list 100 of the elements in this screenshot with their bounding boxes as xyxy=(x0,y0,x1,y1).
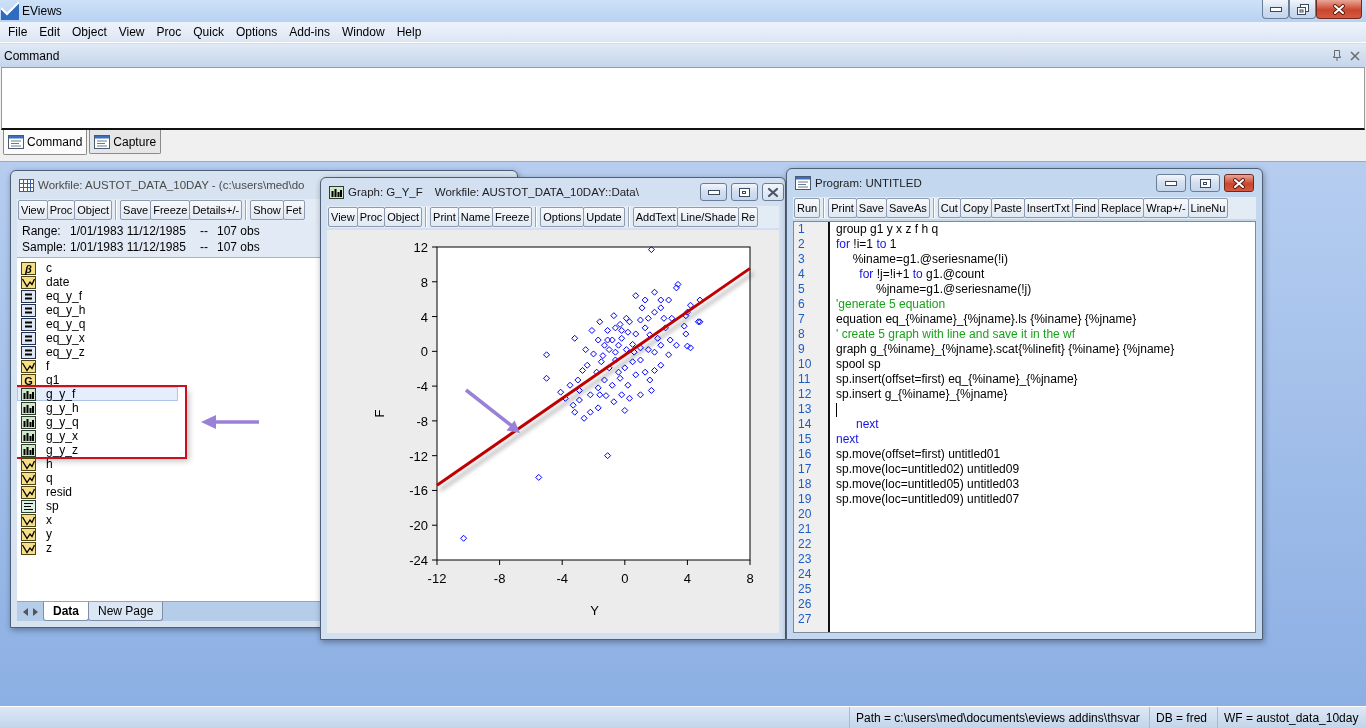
status-field: WF = austot_data_10day xyxy=(1218,707,1366,728)
toolbar-button[interactable]: Name xyxy=(457,207,494,227)
minimize-button[interactable] xyxy=(1156,174,1186,192)
object-list-item[interactable]: g_y_q xyxy=(17,415,79,429)
maximize-icon[interactable] xyxy=(739,187,750,197)
date-range: 1/01/1983 11/12/1985 xyxy=(70,240,186,254)
command-input[interactable] xyxy=(1,67,1365,130)
object-list-item[interactable]: h xyxy=(17,457,53,471)
left-arrow-icon[interactable] xyxy=(23,607,28,616)
object-list-item[interactable]: g_y_x xyxy=(17,429,79,443)
toolbar-button[interactable]: AddText xyxy=(632,207,679,227)
toolbar-button[interactable]: SaveAs xyxy=(885,198,930,218)
toolbar-button[interactable]: View xyxy=(328,207,358,227)
object-list-item[interactable]: eq_y_z xyxy=(17,345,85,359)
menu-item[interactable]: Object xyxy=(66,23,113,41)
toolbar-button[interactable]: Paste xyxy=(990,198,1025,218)
close-button[interactable] xyxy=(1316,0,1362,19)
menu-item[interactable]: Add-ins xyxy=(283,23,336,41)
object-list-item[interactable]: g_y_f xyxy=(17,387,178,401)
menu-item[interactable]: View xyxy=(112,23,151,41)
menu-item[interactable]: Edit xyxy=(33,23,67,41)
toolbar-button[interactable]: Details+/- xyxy=(189,200,243,220)
toolbar-button[interactable]: Fet xyxy=(282,200,305,220)
line-number: 11 xyxy=(798,372,811,387)
minimize-icon[interactable] xyxy=(707,189,720,195)
pin-icon[interactable] xyxy=(1333,50,1341,61)
minimize-icon[interactable] xyxy=(1269,6,1282,12)
line-number: 19 xyxy=(798,492,812,507)
object-list-item[interactable]: eq_y_h xyxy=(17,303,86,317)
code-line: ' create 5 graph with line and save it in the wf xyxy=(836,327,1076,342)
window-title: Program: UNTITLED xyxy=(815,177,922,189)
restore-icon[interactable] xyxy=(1296,3,1309,15)
object-list-item[interactable]: z xyxy=(17,541,52,555)
line-number: 18 xyxy=(798,477,812,492)
bar-chart-icon xyxy=(21,443,36,457)
object-list-item[interactable]: sp xyxy=(17,499,59,513)
close-button[interactable] xyxy=(1224,174,1254,192)
document-icon xyxy=(21,499,36,513)
axis-title: F xyxy=(372,409,387,418)
close-icon[interactable] xyxy=(1233,177,1245,189)
menu-item[interactable]: Help xyxy=(390,23,428,41)
pane-tab[interactable]: Capture xyxy=(89,130,162,154)
toolbar-button[interactable]: Freeze xyxy=(150,200,191,220)
object-list-item[interactable]: date xyxy=(17,275,70,289)
close-icon[interactable] xyxy=(767,186,779,198)
scatter-point xyxy=(647,386,655,394)
menu-item[interactable]: Quick xyxy=(187,23,230,41)
toolbar-button[interactable]: Find xyxy=(1071,198,1099,218)
toolbar-button[interactable]: Print xyxy=(828,198,857,218)
right-arrow-icon[interactable] xyxy=(33,607,38,616)
toolbar-button[interactable]: Object xyxy=(384,207,423,227)
page-tab[interactable]: New Page xyxy=(88,602,164,621)
toolbar-button[interactable]: View xyxy=(18,200,48,220)
window-title: Graph: G_Y_F xyxy=(348,186,423,198)
object-list-item[interactable]: q xyxy=(17,471,53,485)
object-list-item[interactable]: g_y_h xyxy=(17,401,79,415)
toolbar-button[interactable]: Run xyxy=(794,198,821,218)
object-list-item[interactable]: f xyxy=(17,359,50,373)
toolbar-button[interactable]: Re xyxy=(738,207,759,227)
letter-icon: G xyxy=(21,373,36,387)
object-list-item[interactable]: g_y_z xyxy=(17,443,79,457)
object-list-item[interactable]: resid xyxy=(17,485,72,499)
menu-item[interactable]: Window xyxy=(335,23,391,41)
toolbar-button[interactable]: Save xyxy=(855,198,887,218)
toolbar-button[interactable]: Replace xyxy=(1097,198,1145,218)
close-button[interactable] xyxy=(762,183,784,201)
pane-tab[interactable]: Command xyxy=(3,130,88,155)
toolbar-button[interactable]: Print xyxy=(430,207,459,227)
restore-button[interactable] xyxy=(1289,0,1316,19)
document-icon xyxy=(795,176,811,190)
object-list-item[interactable]: eq_y_x xyxy=(17,331,85,345)
toolbar-button[interactable]: Copy xyxy=(959,198,992,218)
toolbar-button[interactable]: Wrap+/- xyxy=(1143,198,1189,218)
toolbar-button[interactable]: Show xyxy=(250,200,284,220)
menu-item[interactable]: Options xyxy=(229,23,284,41)
menu-item[interactable]: File xyxy=(2,23,34,41)
object-list-item[interactable]: y xyxy=(17,527,52,541)
toolbar-button[interactable]: Object xyxy=(74,200,113,220)
toolbar-button[interactable]: Options xyxy=(540,207,585,227)
object-list-item[interactable]: β c xyxy=(17,261,52,275)
maximize-icon[interactable] xyxy=(1199,178,1211,188)
object-list-item[interactable]: eq_y_q xyxy=(17,317,86,331)
object-list-item[interactable]: x xyxy=(17,513,52,527)
toolbar-button[interactable]: Line/Shade xyxy=(677,207,740,227)
toolbar-button[interactable]: Freeze xyxy=(492,207,533,227)
toolbar-button[interactable]: Save xyxy=(120,200,152,220)
toolbar-button[interactable]: Update xyxy=(583,207,625,227)
toolbar-button[interactable]: InsertTxt xyxy=(1023,198,1073,218)
minimize-icon[interactable] xyxy=(1165,180,1177,186)
close-icon[interactable] xyxy=(1333,3,1345,15)
menu-item[interactable]: Proc xyxy=(150,23,188,41)
maximize-button[interactable] xyxy=(731,183,758,201)
code-line: group g1 y x z f h q xyxy=(836,222,939,237)
minimize-button[interactable] xyxy=(700,183,727,201)
maximize-button[interactable] xyxy=(1190,174,1220,192)
page-tab[interactable]: Data xyxy=(43,602,89,621)
toolbar-button[interactable]: LineNu xyxy=(1187,198,1229,218)
object-list-item[interactable]: eq_y_f xyxy=(17,289,83,303)
toolbar-button[interactable]: Cut xyxy=(937,198,961,218)
minimize-button[interactable] xyxy=(1262,0,1289,19)
